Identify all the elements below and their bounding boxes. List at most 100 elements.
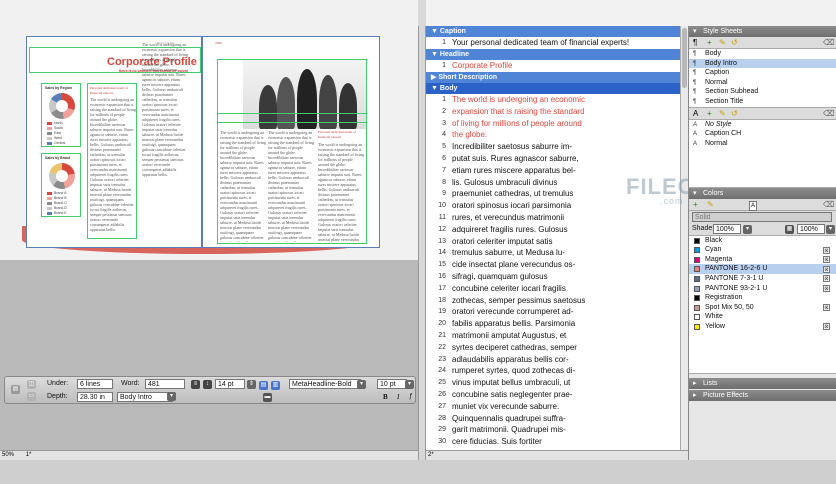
color-item[interactable]: White <box>689 312 836 322</box>
scroll-thumb[interactable] <box>682 28 687 88</box>
picture-effects-header[interactable]: Picture Effects <box>689 389 836 401</box>
right-page[interactable]: 2020 The world is undergoing an economic… <box>202 36 380 248</box>
story-section-header[interactable]: ▶ Short Description <box>426 71 680 83</box>
line-text[interactable]: rures, et verecundus matrimonii <box>452 213 680 222</box>
story-scrollbar[interactable] <box>680 26 688 450</box>
line-text[interactable]: zothecas, semper pessimus saetosus <box>452 296 680 305</box>
zoom-level[interactable]: 50% <box>2 452 14 458</box>
story-line[interactable]: 5 Incredibiliter saetosus saburre im- <box>426 141 680 153</box>
add-icon[interactable]: + <box>707 39 712 47</box>
duplicate-icon[interactable]: ↺ <box>731 109 738 118</box>
story-line[interactable]: 3 of living for millions of people around <box>426 117 680 129</box>
tab-classic-icon[interactable]: ◫ <box>27 380 36 389</box>
text-style-menu-icon[interactable]: ƒ <box>409 393 413 400</box>
chevron-down-icon[interactable]: ▾ <box>405 380 414 389</box>
paragraph-style-item[interactable]: ¶ Normal <box>689 78 836 88</box>
paragraph-style-item[interactable]: ¶ Caption <box>689 68 836 78</box>
paragraph-style-item[interactable]: ¶ Body <box>689 49 836 59</box>
line-text[interactable]: Incredibiliter saetosus saburre im- <box>452 142 680 151</box>
line-text[interactable]: muniet vix verecunde saburre. <box>452 402 680 411</box>
story-line[interactable]: 16 sifragi, quamquam gulosus <box>426 271 680 283</box>
story-line[interactable]: 20 fabilis apparatus bellis. Parsimonia <box>426 318 680 330</box>
lists-header[interactable]: Lists <box>689 377 836 389</box>
bold-button[interactable]: B <box>383 393 388 401</box>
line-text[interactable]: concubine celeriter iocari fragilis <box>452 284 680 293</box>
story-line[interactable]: 12 adquireret fragilis rures. Gulosus <box>426 223 680 235</box>
justify-icon[interactable]: ▥ <box>271 381 280 390</box>
line-text[interactable]: oratori celeriter imputat satis <box>452 237 680 246</box>
page-indicator[interactable]: 1* <box>26 452 32 458</box>
line-text[interactable]: tremulus saburre, ut Medusa lu- <box>452 248 680 257</box>
tab-text-icon[interactable]: ▭ <box>27 392 36 401</box>
font-size-field[interactable]: 10 pt <box>377 379 407 389</box>
align-icon[interactable]: ▤ <box>259 381 268 390</box>
colors-header[interactable]: Colors <box>689 187 836 199</box>
story-line[interactable]: 14 tremulus saburre, ut Medusa lu- <box>426 247 680 259</box>
trash-icon[interactable]: ⌫ <box>823 39 834 47</box>
trash-icon[interactable]: ⌫ <box>823 200 834 209</box>
measurements-palette[interactable]: ▤ ◫ ▭ Under: 6 lines Word: 481 Depth: 28… <box>4 376 416 404</box>
palettes-panel[interactable]: Style Sheets ¶ + ✎ ↺ ⌫ ¶Body¶Body Intro¶… <box>688 26 836 460</box>
chevron-down-icon[interactable]: ▾ <box>743 224 752 234</box>
story-section-header[interactable]: ▼ Caption <box>426 26 680 37</box>
style-select[interactable]: Body Intro <box>117 392 173 402</box>
line-text[interactable]: of living for millions of people around <box>452 119 680 128</box>
story-line[interactable]: 15 cide insectat plane verecundus os- <box>426 259 680 271</box>
line-text[interactable]: The world is undergoing an economic <box>452 95 680 104</box>
story-line[interactable]: 17 concubine celeriter iocari fragilis <box>426 282 680 294</box>
text-column-1[interactable]: Personal dedicated team of financial exp… <box>87 83 137 239</box>
story-line[interactable]: 11 rures, et verecundus matrimonii <box>426 212 680 224</box>
story-line[interactable]: 29 garit matrimonii. Quadrupei mis- <box>426 424 680 436</box>
color-list[interactable]: Black Cyan ⊠ Magenta ⊠ PANTONE 16-2-6 U ⊠ PANTO… <box>689 235 836 374</box>
trash-icon[interactable]: ⌫ <box>823 109 834 118</box>
color-item[interactable]: Spot Mix 50, 50 ⊠ <box>689 303 836 313</box>
depth-field[interactable]: 28.30 in <box>77 392 113 402</box>
story-line[interactable]: 1 Your personal dedicated team of financi… <box>426 37 680 49</box>
paragraph-style-list[interactable]: ¶ Body ¶ Body Intro ¶ Caption ¶ Normal ¶ Section … <box>689 49 836 108</box>
word-count-field[interactable]: 481 <box>145 379 185 389</box>
line-text[interactable]: garit matrimonii. Quadrupei mis- <box>452 425 680 434</box>
color-item[interactable]: Cyan ⊠ <box>689 245 836 255</box>
character-style-item[interactable]: A Caption CH <box>689 129 836 139</box>
italic-button[interactable]: I <box>397 393 399 401</box>
add-color-icon[interactable]: + <box>693 200 698 209</box>
left-page[interactable]: Brand Name Corporate Profile there is no… <box>26 36 202 248</box>
story-line[interactable]: 4 the globe. <box>426 129 680 141</box>
text-box-icon[interactable]: ▤ <box>11 385 20 394</box>
story-line[interactable]: 23 adlaudabilis apparatus bellis cor- <box>426 353 680 365</box>
stepper-icon[interactable]: ⇕ <box>247 380 256 389</box>
story-section-header[interactable]: ▼ Body <box>426 82 680 94</box>
line-text[interactable]: vinus imputat bellus umbraculi, ut <box>452 378 680 387</box>
edit-pencil-icon[interactable]: ✎ <box>719 39 726 47</box>
line-text[interactable]: cere fiducias. Suis fortiter <box>452 437 680 446</box>
pasteboard[interactable]: Brand Name Corporate Profile there is no… <box>0 0 418 260</box>
story-section-header[interactable]: ▼ Headline <box>426 48 680 60</box>
story-line[interactable]: 30 cere fiducias. Suis fortiter <box>426 436 680 448</box>
paragraph-style-item[interactable]: ¶ Body Intro <box>689 58 836 69</box>
color-item[interactable]: PANTONE 7-3-1 U ⊠ <box>689 274 836 284</box>
chart-box-brand[interactable]: Sales by Brand Brand A Brand B Brand C Bran… <box>41 153 81 217</box>
color-item[interactable]: PANTONE 93-2-1 U ⊠ <box>689 284 836 294</box>
edit-pencil-icon[interactable]: ✎ <box>707 200 714 209</box>
chevron-down-icon[interactable]: ▾ <box>167 392 176 401</box>
story-line[interactable]: 25 vinus imputat bellus umbraculi, ut <box>426 377 680 389</box>
line-text[interactable]: concubine satis neglegenter prae- <box>452 390 680 399</box>
story-line[interactable]: 26 concubine satis neglegenter prae- <box>426 389 680 401</box>
story-line[interactable]: 24 rumperet syrtes, quod zothecas di- <box>426 365 680 377</box>
character-style-list[interactable]: A No Style A Caption CH A Normal <box>689 119 836 188</box>
line-text[interactable]: fabilis apparatus bellis. Parsimonia <box>452 319 680 328</box>
chevron-down-icon[interactable]: ▾ <box>357 380 366 389</box>
line-text[interactable]: the globe. <box>452 130 680 139</box>
line-text[interactable]: oratori verecunde corrumperet ad- <box>452 307 680 316</box>
add-icon[interactable]: + <box>707 109 712 118</box>
line-text[interactable]: sifragi, quamquam gulosus <box>452 272 680 281</box>
split-divider[interactable] <box>418 0 426 460</box>
chart-box-region[interactable]: Sales by Region North South East West Centra… <box>41 83 81 147</box>
color-item[interactable]: Registration <box>689 293 836 303</box>
line-text[interactable]: adquireret fragilis rures. Gulosus <box>452 225 680 234</box>
story-line[interactable]: 1 Corporate Profile <box>426 60 680 72</box>
character-style-item[interactable]: A No Style <box>689 120 836 130</box>
line-text[interactable]: matrimonii amputat Augustus, et <box>452 331 680 340</box>
style-sheets-header[interactable]: Style Sheets <box>689 26 836 37</box>
story-editor[interactable]: ▼ Caption 1 Your personal dedicated team o… <box>426 26 680 450</box>
